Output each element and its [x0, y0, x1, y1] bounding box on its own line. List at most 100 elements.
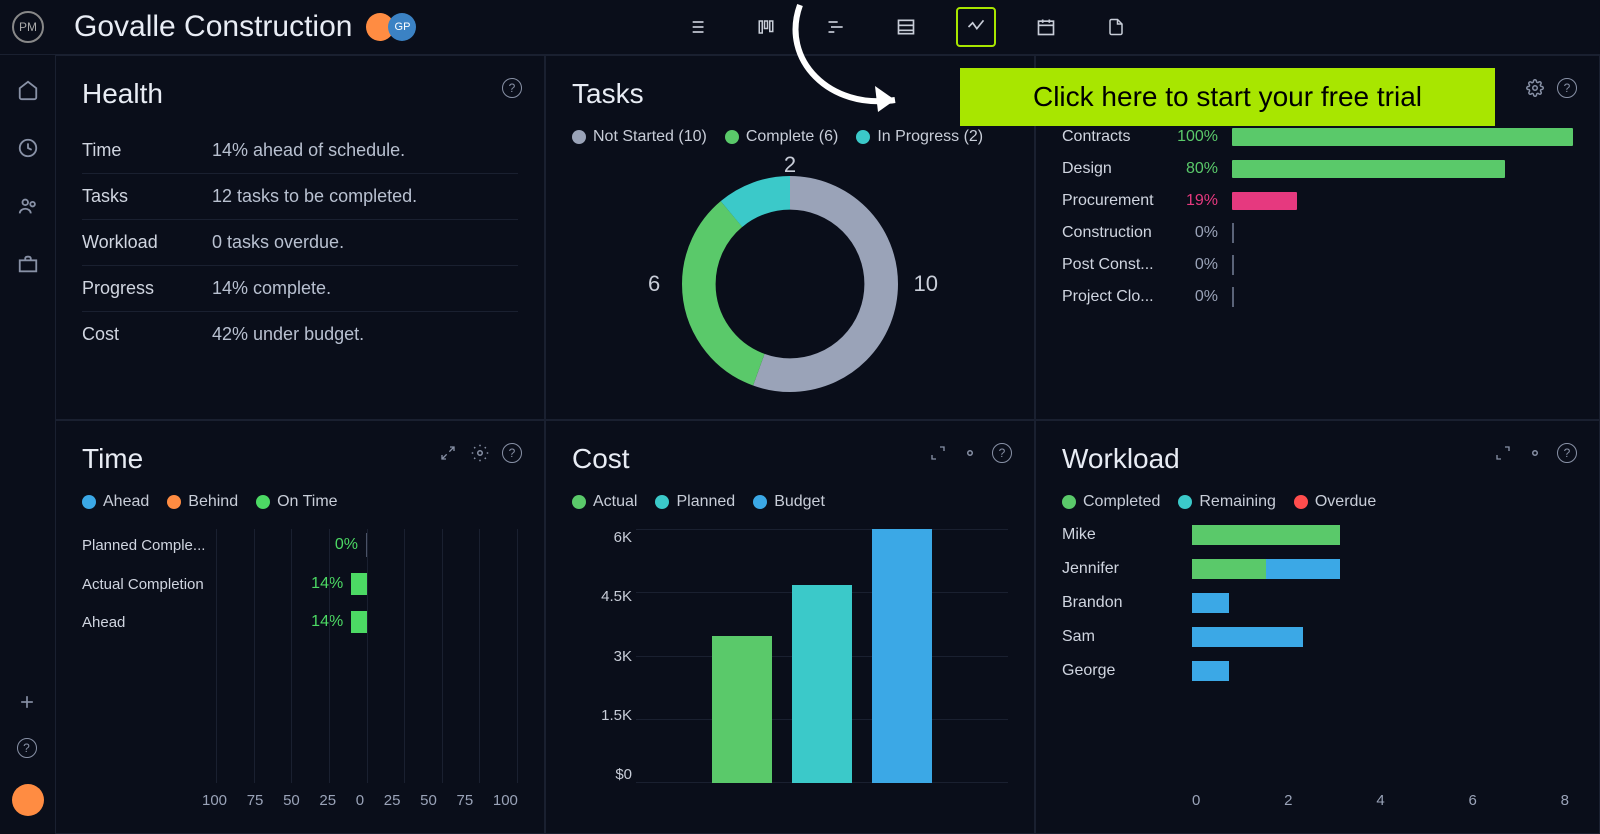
cost-panel: ? Cost Actual Planned Budget 6K4.5K3K1.5…: [545, 420, 1035, 834]
expand-icon[interactable]: [1493, 443, 1513, 463]
axis-tick: 8: [1561, 792, 1569, 809]
axis-tick: 0: [1192, 792, 1200, 809]
legend-label: On Time: [277, 493, 337, 511]
workload-name: Brandon: [1062, 594, 1192, 612]
axis-tick: 0: [356, 792, 364, 809]
file-view-icon[interactable]: [1096, 7, 1136, 47]
progress-pct: 0%: [1176, 288, 1218, 306]
axis-tick: 3K: [572, 648, 632, 665]
progress-bar: [1232, 128, 1573, 146]
progress-bar: [1232, 192, 1573, 210]
workload-row: Brandon: [1062, 593, 1573, 613]
health-label: Tasks: [82, 186, 212, 207]
progress-pct: 100%: [1176, 128, 1218, 146]
tasks-donut-chart: 2 6 10: [670, 164, 910, 404]
cost-bar-actual: [712, 636, 772, 783]
progress-name: Construction: [1062, 224, 1162, 242]
progress-bar: [1232, 160, 1573, 178]
workload-row: Sam: [1062, 627, 1573, 647]
topbar: PM Govalle Construction GP: [0, 0, 1600, 55]
cta-free-trial-button[interactable]: Click here to start your free trial: [960, 68, 1495, 126]
panel-title: Tasks: [572, 78, 1008, 110]
progress-name: Design: [1062, 160, 1162, 178]
settings-icon[interactable]: [1525, 78, 1545, 98]
legend-label: Overdue: [1315, 493, 1376, 511]
workload-name: Sam: [1062, 628, 1192, 646]
avatar[interactable]: GP: [388, 13, 416, 41]
progress-name: Post Const...: [1062, 256, 1162, 274]
health-label: Cost: [82, 324, 212, 345]
time-row-name: Ahead: [82, 614, 222, 631]
health-row: Progress14% complete.: [82, 266, 518, 312]
avatar-group[interactable]: GP: [372, 13, 416, 41]
expand-icon[interactable]: [928, 443, 948, 463]
workload-name: Jennifer: [1062, 560, 1192, 578]
health-label: Workload: [82, 232, 212, 253]
gantt-view-icon[interactable]: [816, 7, 856, 47]
progress-row: Design80%: [1062, 160, 1573, 178]
axis-tick: 25: [319, 792, 336, 809]
donut-label: 10: [914, 271, 938, 297]
legend-label: Complete (6): [746, 128, 838, 146]
cost-bar-budget: [872, 529, 932, 783]
health-value: 12 tasks to be completed.: [212, 186, 417, 207]
expand-icon[interactable]: [438, 443, 458, 463]
axis-tick: 75: [247, 792, 264, 809]
cost-bar-chart: [636, 529, 1008, 783]
progress-bar: [1232, 288, 1573, 306]
workload-bar: [1192, 593, 1573, 613]
help-icon[interactable]: ?: [502, 78, 522, 98]
legend-label: Remaining: [1199, 493, 1275, 511]
help-icon[interactable]: ?: [502, 443, 522, 463]
time-row-name: Actual Completion: [82, 576, 222, 593]
workload-bar: [1192, 559, 1573, 579]
progress-name: Project Clo...: [1062, 288, 1162, 306]
help-icon[interactable]: ?: [17, 738, 39, 760]
help-icon[interactable]: ?: [992, 443, 1012, 463]
axis-tick: 2: [1284, 792, 1292, 809]
sheet-view-icon[interactable]: [886, 7, 926, 47]
donut-label: 2: [784, 152, 796, 178]
progress-row: Construction0%: [1062, 224, 1573, 242]
workload-row: Mike: [1062, 525, 1573, 545]
legend-label: Budget: [774, 493, 825, 511]
progress-name: Contracts: [1062, 128, 1162, 146]
cost-bar-planned: [792, 585, 852, 783]
list-view-icon[interactable]: [676, 7, 716, 47]
plus-icon[interactable]: [17, 692, 39, 714]
settings-icon[interactable]: [960, 443, 980, 463]
axis-tick: 100: [493, 792, 518, 809]
health-row: Time14% ahead of schedule.: [82, 128, 518, 174]
progress-pct: 19%: [1176, 192, 1218, 210]
progress-row: Post Const...0%: [1062, 256, 1573, 274]
time-panel: ? Time Ahead Behind On Time Planned Comp…: [55, 420, 545, 834]
health-value: 14% ahead of schedule.: [212, 140, 405, 161]
time-row-name: Planned Comple...: [82, 537, 222, 554]
workload-bar: [1192, 661, 1573, 681]
board-view-icon[interactable]: [746, 7, 786, 47]
legend-label: In Progress (2): [877, 128, 983, 146]
axis-tick: 4.5K: [572, 588, 632, 605]
people-icon[interactable]: [17, 195, 39, 217]
settings-icon[interactable]: [1525, 443, 1545, 463]
help-icon[interactable]: ?: [1557, 443, 1577, 463]
calendar-view-icon[interactable]: [1026, 7, 1066, 47]
health-value: 42% under budget.: [212, 324, 364, 345]
progress-bar: [1232, 224, 1573, 242]
briefcase-icon[interactable]: [17, 253, 39, 275]
settings-icon[interactable]: [470, 443, 490, 463]
health-row: Cost42% under budget.: [82, 312, 518, 357]
axis-tick: 1.5K: [572, 707, 632, 724]
progress-name: Procurement: [1062, 192, 1162, 210]
home-icon[interactable]: [17, 79, 39, 101]
clock-icon[interactable]: [17, 137, 39, 159]
help-icon[interactable]: ?: [1557, 78, 1577, 98]
user-avatar[interactable]: [12, 784, 44, 816]
logo[interactable]: PM: [12, 11, 44, 43]
workload-bar: [1192, 525, 1573, 545]
dashboard-view-icon[interactable]: [956, 7, 996, 47]
legend-label: Ahead: [103, 493, 149, 511]
axis-tick: 6K: [572, 529, 632, 546]
workload-row: Jennifer: [1062, 559, 1573, 579]
axis-tick: 100: [202, 792, 227, 809]
